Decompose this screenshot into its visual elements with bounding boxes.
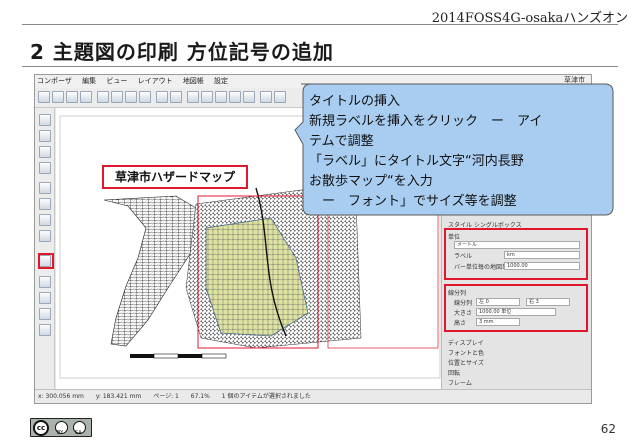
add-scalebar-icon[interactable] [39,276,51,288]
move-content-icon[interactable] [39,162,51,174]
menu-atlas[interactable]: 地図帳 [183,77,204,85]
zoom-tool-icon[interactable] [39,130,51,142]
zoom-full-icon[interactable] [187,91,199,103]
cc-license-badge: cc BY SA [30,418,92,437]
unlock-icon[interactable] [274,91,286,103]
add-map-icon[interactable] [39,182,51,194]
pan-icon[interactable] [39,114,51,126]
map-title-label[interactable]: 草津市ハザードマップ [102,165,248,189]
status-message: 1 個のアイテムが選択されました [221,393,311,400]
lock-icon[interactable] [260,91,272,103]
menu-layout[interactable]: レイアウト [138,77,173,85]
section-frame[interactable]: フレーム [448,378,472,387]
status-zoom[interactable]: 67.1% [191,393,210,400]
lake-shoreline [103,195,197,347]
cc-icon: cc [33,420,49,436]
size-label: 大きさ [454,310,473,317]
section-fonts-color[interactable]: フォントと色 [448,348,484,357]
redo-icon[interactable] [170,91,182,103]
status-page: ページ: 1 [153,393,179,400]
section-position-size[interactable]: 位置とサイズ [448,358,484,367]
refresh-icon[interactable] [243,91,255,103]
add-html-icon[interactable] [39,214,51,226]
sa-label: SA [75,430,82,436]
add-legend-icon[interactable] [39,230,51,242]
add-table-icon[interactable] [39,324,51,336]
select-move-icon[interactable] [39,146,51,158]
size-field[interactable]: 1000.00 単位 [476,308,556,316]
zoom-in-icon[interactable] [215,91,227,103]
map-units-field[interactable]: 1000.00 [504,262,580,270]
statusbar: x: 300.056 mm y: 183.421 mm ページ: 1 67.1%… [35,389,591,403]
undo-icon[interactable] [156,91,168,103]
menu-view[interactable]: ビュー [106,77,127,85]
title-rule [22,66,618,67]
status-y: y: 183.421 mm [95,393,142,400]
print-icon[interactable] [97,91,109,103]
callout-line: 「ラベル」にタイトル文字“河内長野 [309,154,524,169]
units-select[interactable]: メートル [454,241,580,249]
add-arrow-icon[interactable] [39,308,51,320]
section-display[interactable]: ディスプレイ [448,338,484,347]
callout-line: タイトルの挿入 [309,94,401,109]
label-field-label: ラベル [454,253,473,260]
page-number: 62 [600,422,616,436]
add-label-highlight [38,253,54,269]
menu-edit[interactable]: 編集 [82,77,96,85]
left-toolbox [35,108,55,390]
zoom-out-icon[interactable] [229,91,241,103]
segments-left-field[interactable]: 左 0 [476,298,520,306]
callout-line: 新規ラベルを挿入をクリック ー アイ [309,114,543,129]
callout-line: ー フォント」でサイズ等を調整 [309,194,517,209]
export-svg-icon[interactable] [125,91,137,103]
slide-title: 2 主題図の印刷 方位記号の追加 [30,40,334,64]
add-shape-icon[interactable] [39,292,51,304]
height-field[interactable]: 3 mm [476,318,520,326]
duplicate-icon[interactable] [66,91,78,103]
page-setup-icon[interactable] [80,91,92,103]
callout-text: タイトルの挿入 新規ラベルを挿入をクリック ー アイ テムで調整 「ラベル」にタ… [309,92,609,212]
menu-composer[interactable]: コンポーザ [37,77,72,85]
add-image-icon[interactable] [39,198,51,210]
export-image-icon[interactable] [111,91,123,103]
menu-settings[interactable]: 設定 [214,77,228,85]
units-header[interactable]: 単位 [448,232,460,241]
height-label: 高さ [454,320,467,327]
export-pdf-icon[interactable] [139,91,151,103]
save-icon[interactable] [52,91,64,103]
label-field[interactable]: km [504,251,580,259]
status-x: x: 300.056 mm [38,393,84,400]
segments-header[interactable]: 線分列 [448,288,466,297]
zoom-100-icon[interactable] [201,91,213,103]
callout-line: テムで調整 [309,134,374,149]
segments-right-field[interactable]: 右 3 [526,298,570,306]
callout-line: お散歩マップ“を入力 [309,174,433,189]
segments-label: 線分列 [454,300,473,307]
new-composer-icon[interactable] [38,91,50,103]
header-rule [22,24,618,25]
section-rotation[interactable]: 回転 [448,368,460,377]
scale-bar [130,353,227,359]
instruction-callout: タイトルの挿入 新規ラベルを挿入をクリック ー アイ テムで調整 「ラベル」にタ… [293,82,618,217]
by-label: BY [57,430,64,436]
